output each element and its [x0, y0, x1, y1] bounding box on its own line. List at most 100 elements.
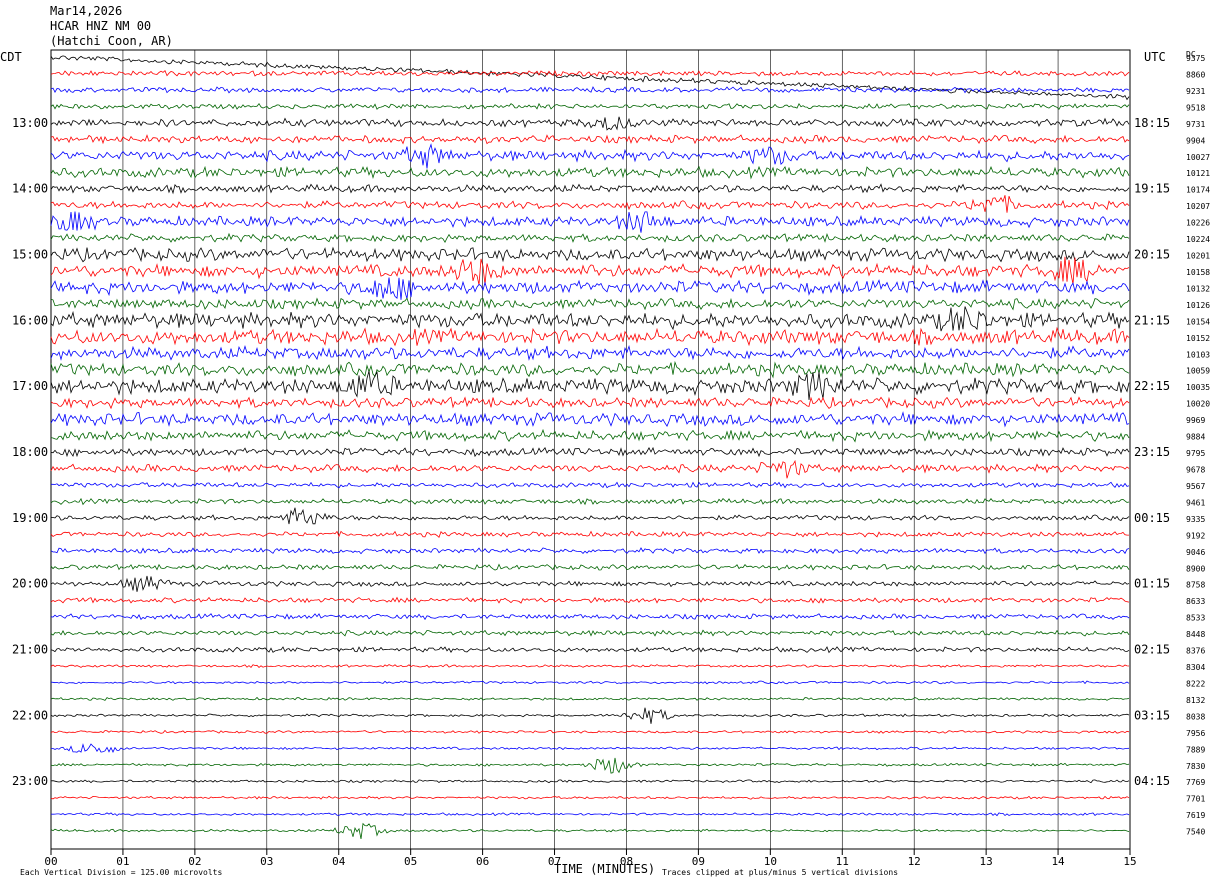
dc-offset-label: 9567 [1186, 482, 1205, 491]
seismic-trace [50, 497, 1130, 506]
dc-offset-label: 7769 [1186, 778, 1205, 787]
cdt-hour-label: 20:00 [12, 577, 48, 591]
seismic-trace [50, 55, 1130, 101]
utc-hour-label: 20:15 [1134, 248, 1170, 262]
seismogram-chart: 00 01 02 03 04 05 06 07 08 09 10 11 12 13 14 15 9375 8860… [12, 49, 1210, 868]
dc-offset-label: 9678 [1186, 466, 1205, 475]
x-tick-label: 01 [116, 855, 129, 868]
seismic-trace [50, 195, 1130, 213]
seismic-trace [50, 696, 1130, 701]
seismic-trace [50, 822, 1130, 839]
seismic-trace [50, 757, 1130, 774]
x-tick-label: 08 [620, 855, 633, 868]
seismic-trace [50, 306, 1130, 332]
seismic-trace [50, 596, 1130, 604]
utc-hour-label: 03:15 [1134, 708, 1170, 722]
dc-offset-label: 8222 [1186, 679, 1205, 688]
dc-offset-label: 8758 [1186, 581, 1205, 590]
dc-offset-label: 10224 [1186, 235, 1210, 244]
dc-offset-label: 7830 [1186, 762, 1205, 771]
dc-offset-label: 8533 [1186, 614, 1205, 623]
seismic-trace [50, 256, 1130, 285]
dc-offset-label: 9731 [1186, 120, 1205, 129]
dc-offset-label: 8132 [1186, 696, 1205, 705]
seismic-trace [50, 613, 1130, 621]
seismic-trace [50, 664, 1130, 668]
seismic-trace [50, 102, 1130, 110]
dc-offset-label: 10121 [1186, 169, 1210, 178]
dc-offset-label: 10126 [1186, 301, 1210, 310]
seismic-trace [50, 396, 1130, 410]
seismic-trace [50, 183, 1130, 195]
seismic-trace [50, 297, 1130, 311]
seismic-trace [50, 680, 1130, 685]
x-tick-label: 00 [44, 855, 57, 868]
seismic-trace [50, 812, 1130, 817]
x-tick-label: 06 [476, 855, 489, 868]
utc-hour-label: 01:15 [1134, 577, 1170, 591]
dc-offset-label: 7956 [1186, 729, 1205, 738]
seismic-trace [50, 795, 1130, 800]
seismic-trace [50, 530, 1129, 538]
seismic-trace [50, 411, 1130, 428]
cdt-hour-label: 22:00 [12, 708, 48, 722]
dc-offset-label: 8900 [1186, 564, 1205, 573]
seismic-trace [50, 707, 1130, 724]
seismic-trace [50, 563, 1130, 571]
utc-hour-label: 04:15 [1134, 774, 1170, 788]
dc-offset-label: 9192 [1186, 531, 1205, 540]
x-tick-label: 14 [1051, 855, 1065, 868]
cdt-hour-label: 15:00 [12, 248, 48, 262]
x-tick-label: 05 [404, 855, 417, 868]
cdt-hour-label: 17:00 [12, 379, 48, 393]
utc-hour-label: 18:15 [1134, 116, 1170, 130]
utc-hour-label: 21:15 [1134, 313, 1170, 327]
dc-offset-label: 8633 [1186, 597, 1205, 606]
dc-offset-label: 10158 [1186, 268, 1210, 277]
x-tick-label: 12 [908, 855, 921, 868]
seismic-trace [50, 344, 1130, 361]
seismic-trace [50, 69, 1130, 77]
x-tick-label: 04 [332, 855, 346, 868]
dc-offset-label: 8376 [1186, 647, 1205, 656]
seismic-trace [50, 165, 1130, 180]
dc-offset-label: 9335 [1186, 515, 1205, 524]
seismic-trace [50, 743, 1130, 753]
dc-offset-label: 9046 [1186, 548, 1205, 557]
x-tick-label: 15 [1123, 855, 1136, 868]
dc-offset-label: 10059 [1186, 367, 1210, 376]
x-tick-label: 07 [548, 855, 561, 868]
dc-offset-label: 8860 [1186, 70, 1205, 79]
seismic-trace [50, 211, 1130, 233]
seismic-trace [50, 134, 1130, 145]
cdt-hour-label: 13:00 [12, 116, 48, 130]
dc-offset-label: 10035 [1186, 383, 1210, 392]
dc-offset-label: 10174 [1186, 186, 1210, 195]
seismic-trace [50, 143, 1130, 169]
dc-offset-label: 7701 [1186, 795, 1205, 804]
seismic-trace [50, 547, 1130, 555]
dc-offset-label: 7889 [1186, 745, 1205, 754]
utc-hour-label: 23:15 [1134, 445, 1170, 459]
seismic-trace [50, 575, 1130, 592]
seismic-trace [51, 481, 1130, 489]
utc-hour-label: 22:15 [1134, 379, 1170, 393]
seismic-trace [50, 729, 1130, 734]
cdt-hour-label: 23:00 [12, 774, 48, 788]
seismic-trace [50, 370, 1130, 400]
x-tick-label: 03 [260, 855, 273, 868]
dc-offset-label: 10207 [1186, 202, 1210, 211]
dc-offset-label: 8448 [1186, 630, 1205, 639]
seismic-trace [50, 246, 1130, 263]
dc-offset-label: 9969 [1186, 416, 1205, 425]
seismic-trace [50, 277, 1130, 300]
dc-offset-label: 10027 [1186, 153, 1210, 162]
seismic-trace [50, 646, 1130, 654]
seismic-trace [50, 779, 1130, 784]
dc-offset-label: 10201 [1186, 252, 1210, 261]
dc-offset-label: 9375 [1186, 54, 1205, 63]
x-tick-label: 09 [692, 855, 705, 868]
utc-hour-label: 19:15 [1134, 182, 1170, 196]
cdt-hour-label: 16:00 [12, 313, 48, 327]
cdt-hour-label: 19:00 [12, 511, 48, 525]
